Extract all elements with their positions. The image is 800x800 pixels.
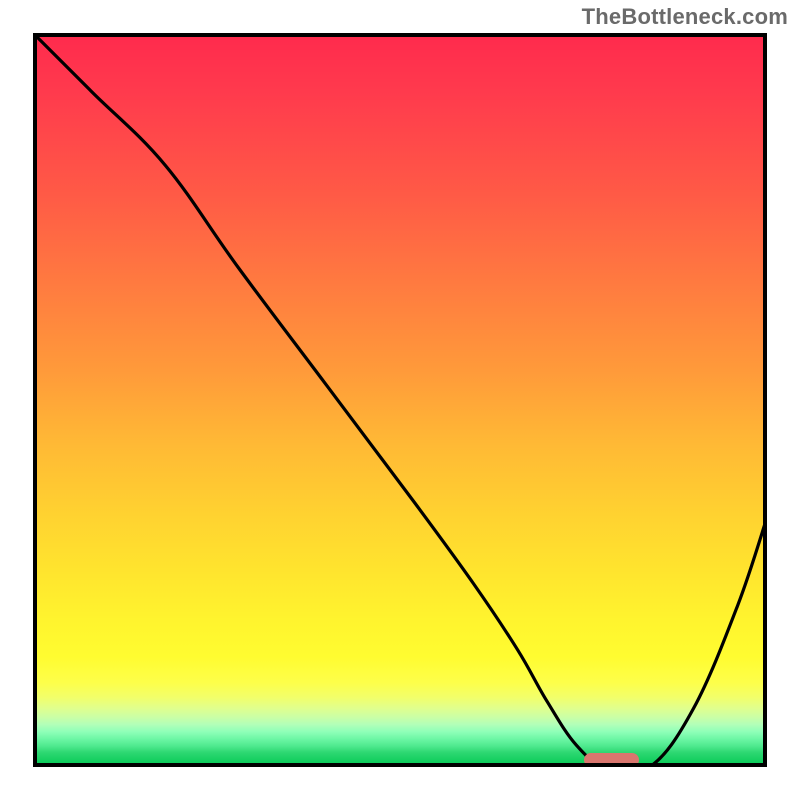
target-marker [584,753,639,767]
plot-area [33,33,767,767]
curve-svg [33,33,767,767]
watermark-text: TheBottleneck.com [582,4,788,30]
chart-stage: TheBottleneck.com [0,0,800,800]
bottleneck-curve [33,33,767,767]
